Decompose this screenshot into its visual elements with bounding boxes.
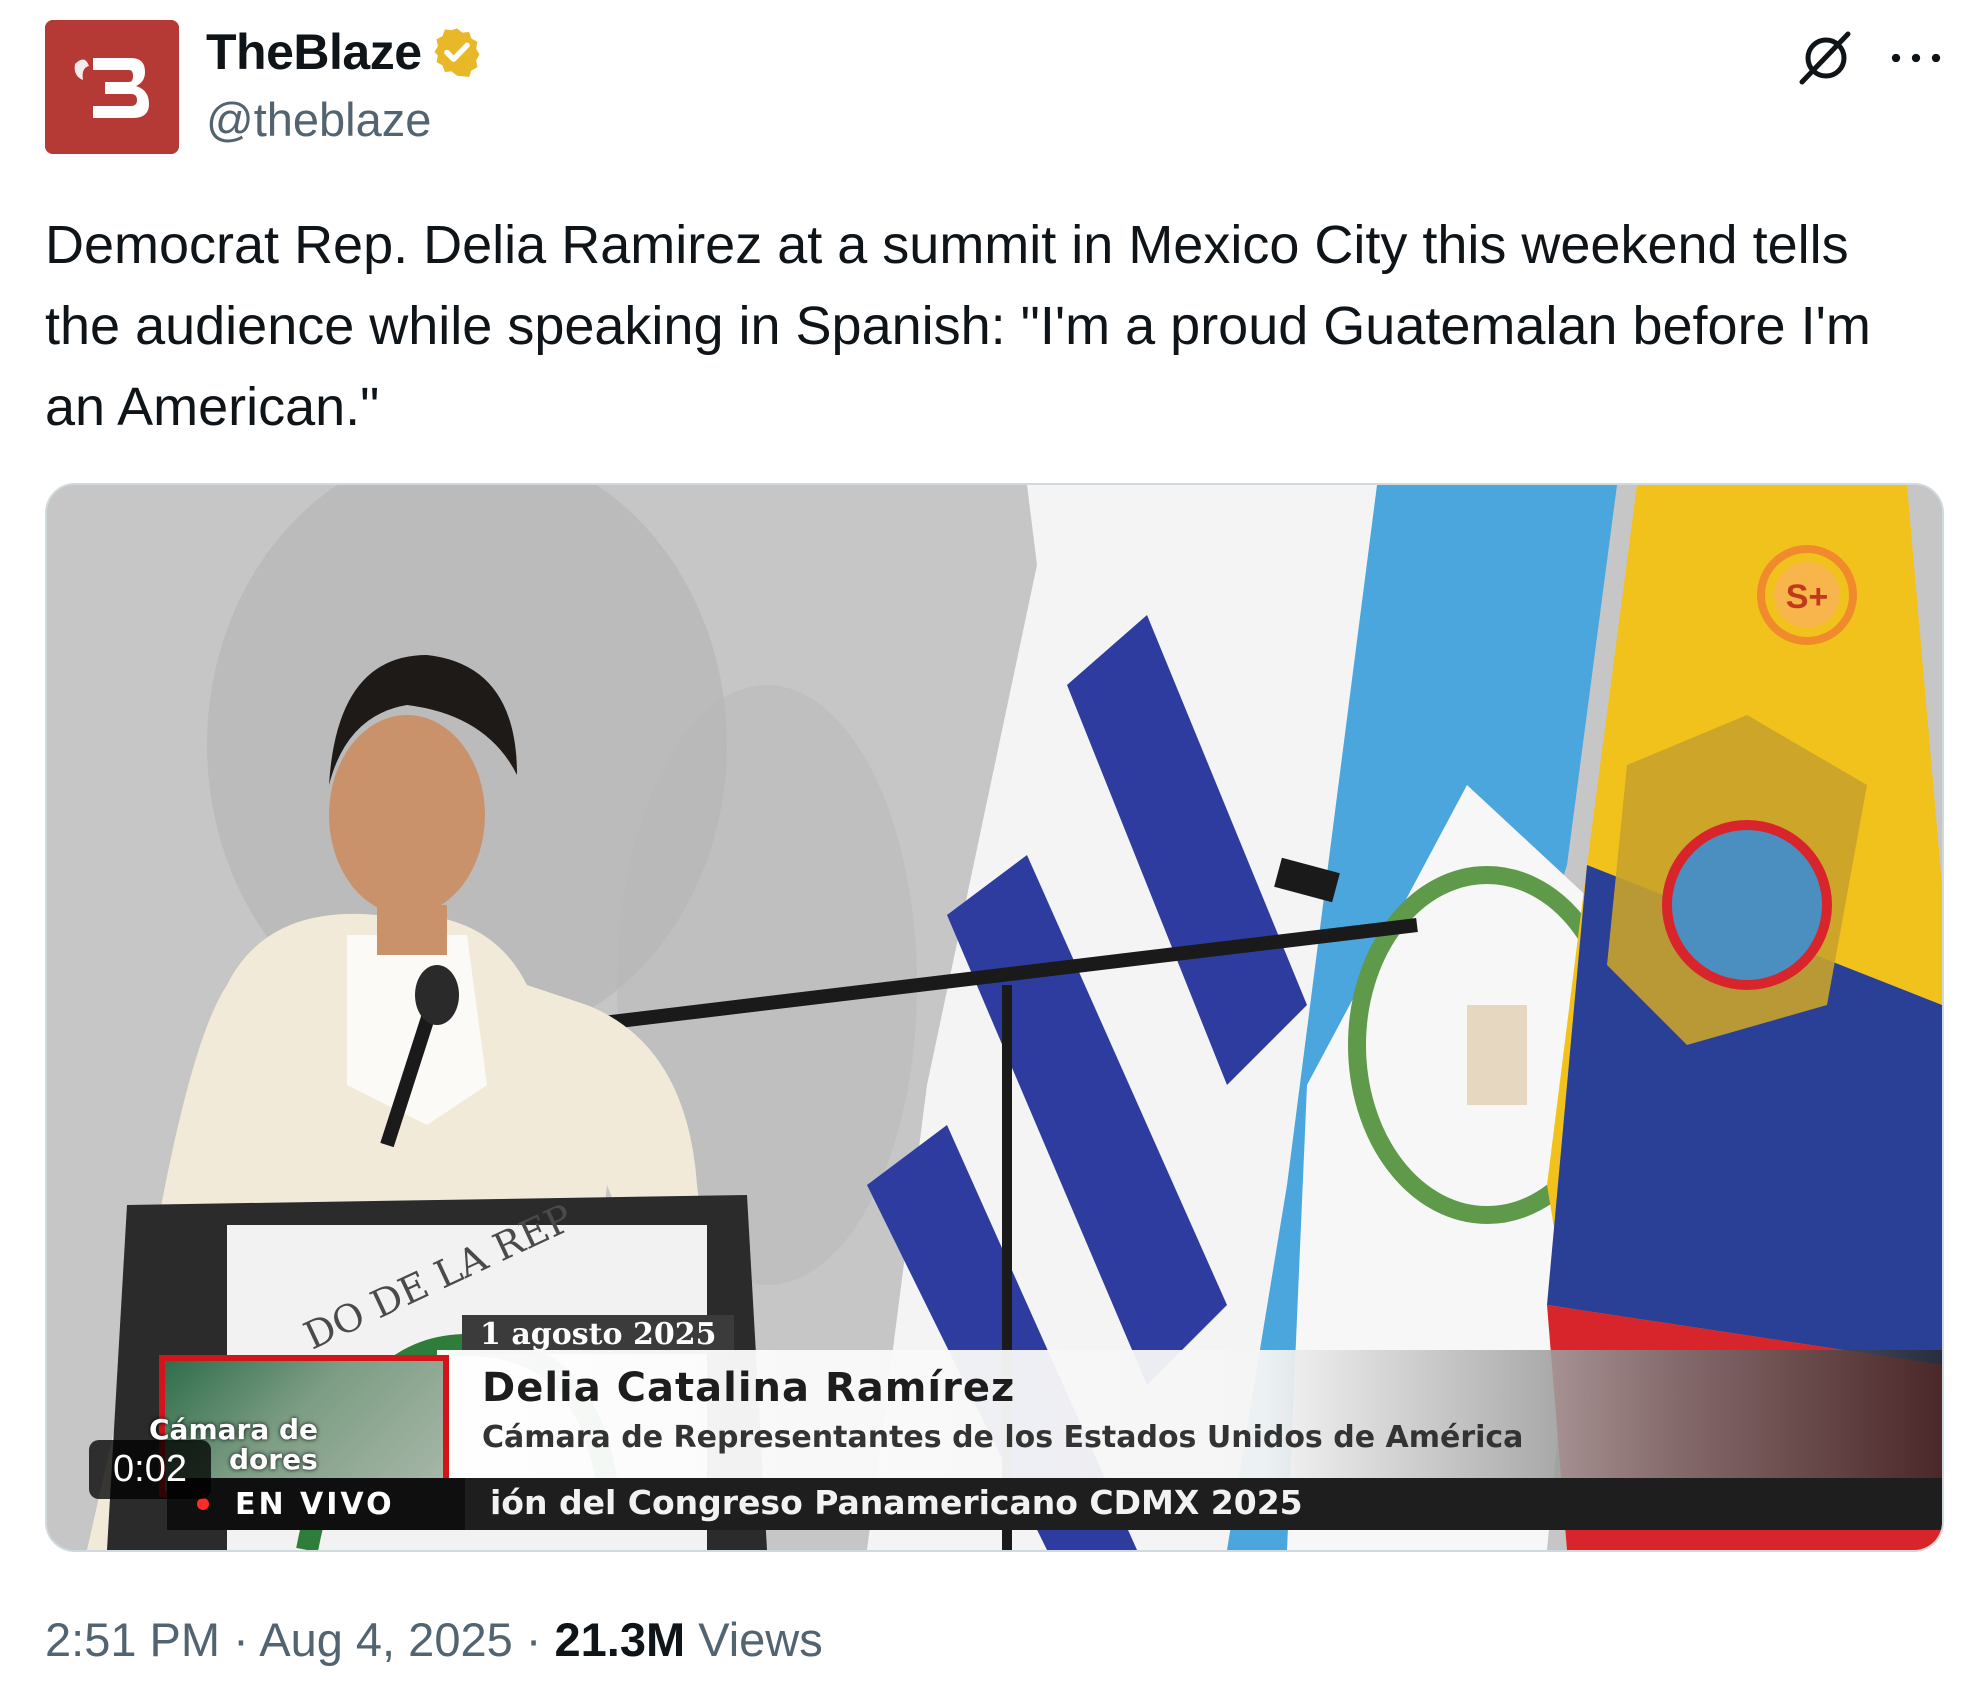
tweet-timestamp-date[interactable]: Aug 4, 2025 <box>259 1613 513 1666</box>
author-handle[interactable]: @theblaze <box>206 92 431 147</box>
video-player[interactable]: DO DE LA REP S+ 1 agosto 2025 Delia Cata… <box>45 483 1944 1552</box>
chyron-speaker-name: Delia Catalina Ramírez <box>482 1365 1016 1411</box>
video-duration-badge: 0:02 <box>89 1440 211 1499</box>
tweet-timestamp-time[interactable]: 2:51 PM <box>45 1613 220 1666</box>
live-badge: EN VIVO <box>167 1478 465 1530</box>
theblaze-logo-icon <box>45 20 179 154</box>
ticker-text: ión del Congreso Panamericano CDMX 2025 <box>490 1483 1303 1522</box>
chyron-speaker-role: Cámara de Representantes de los Estados … <box>482 1420 1524 1455</box>
grok-icon <box>1799 31 1851 85</box>
broadcast-date-tag: 1 agosto 2025 <box>462 1315 735 1354</box>
tweet-meta: 2:51 PM · Aug 4, 2025 · 21.3M Views <box>45 1612 823 1667</box>
tweet-text: Democrat Rep. Delia Ramirez at a summit … <box>45 215 1871 437</box>
author-display-name[interactable]: TheBlaze <box>206 23 422 81</box>
more-horizontal-icon <box>1891 53 1941 63</box>
meta-separator: · <box>233 1613 249 1666</box>
verified-gold-check-icon[interactable] <box>430 25 484 79</box>
views-label: Views <box>698 1613 823 1666</box>
live-dot-icon <box>197 1498 209 1510</box>
author-avatar[interactable] <box>45 20 179 154</box>
author-name-row: TheBlaze <box>206 22 484 82</box>
meta-separator: · <box>525 1613 542 1666</box>
live-label: EN VIVO <box>235 1486 395 1522</box>
more-options-button[interactable] <box>1880 22 1952 94</box>
channel-logo-text: S+ <box>1786 578 1829 616</box>
channel-logo-icon: S+ <box>1757 545 1857 645</box>
grok-button[interactable] <box>1790 22 1862 94</box>
views-count: 21.3M <box>554 1613 686 1666</box>
